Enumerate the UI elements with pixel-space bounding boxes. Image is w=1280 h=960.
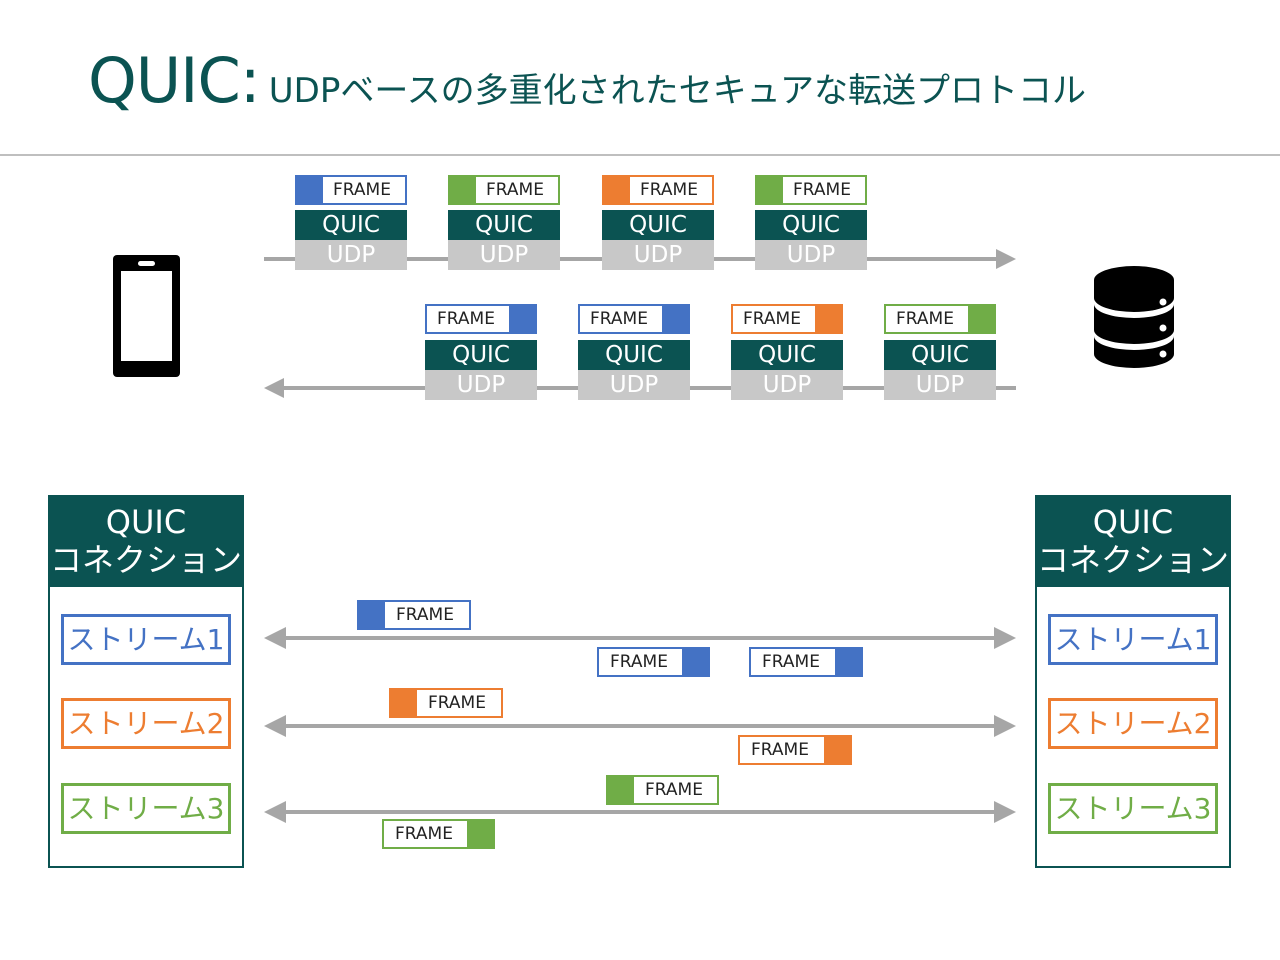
frame-label: FRAME bbox=[395, 824, 453, 844]
stream-color-swatch bbox=[662, 304, 690, 334]
connection-header: QUIC コネクション bbox=[1035, 495, 1231, 587]
udp-header: UDP bbox=[731, 370, 843, 400]
stream-2-box: ストリーム2 bbox=[61, 698, 231, 749]
stream-color-swatch bbox=[682, 647, 710, 677]
stream-color-swatch bbox=[815, 304, 843, 334]
stream-1-box: ストリーム1 bbox=[1048, 614, 1218, 665]
stream-2-box: ストリーム2 bbox=[1048, 698, 1218, 749]
frame-tag: FRAME bbox=[578, 304, 690, 334]
quic-header: QUIC bbox=[578, 340, 690, 370]
stream-color-swatch bbox=[835, 647, 863, 677]
smartphone-icon bbox=[113, 255, 180, 377]
frame-label: FRAME bbox=[486, 180, 544, 200]
frame-tag: FRAME bbox=[884, 304, 996, 334]
frame-label: FRAME bbox=[762, 652, 820, 672]
frame-tag: FRAME bbox=[357, 600, 471, 630]
frame-label: FRAME bbox=[610, 652, 668, 672]
arrow-stream-2 bbox=[264, 715, 1016, 737]
frame-label: FRAME bbox=[645, 780, 703, 800]
quic-header: QUIC bbox=[602, 210, 714, 240]
quic-header: QUIC bbox=[448, 210, 560, 240]
frame-tag: FRAME bbox=[425, 304, 537, 334]
frame-tag: FRAME bbox=[389, 688, 503, 718]
stream-color-swatch bbox=[509, 304, 537, 334]
udp-header: UDP bbox=[755, 240, 867, 270]
frame-label: FRAME bbox=[333, 180, 391, 200]
frame-label: FRAME bbox=[743, 309, 801, 329]
frame-label: FRAME bbox=[428, 693, 486, 713]
frame-tag: FRAME bbox=[382, 819, 495, 849]
stream-color-swatch bbox=[755, 175, 783, 205]
frame-label: FRAME bbox=[640, 180, 698, 200]
frame-tag: FRAME bbox=[738, 735, 852, 765]
quic-header: QUIC bbox=[731, 340, 843, 370]
stream-color-swatch bbox=[467, 819, 495, 849]
udp-header: UDP bbox=[425, 370, 537, 400]
stream-color-swatch bbox=[448, 175, 476, 205]
udp-header: UDP bbox=[578, 370, 690, 400]
connection-header-line2: コネクション bbox=[1036, 541, 1229, 579]
connection-header-line2: コネクション bbox=[49, 541, 242, 579]
frame-tag: FRAME bbox=[749, 647, 863, 677]
connection-header-line1: QUIC bbox=[1092, 503, 1174, 541]
quic-header: QUIC bbox=[295, 210, 407, 240]
stream-3-box: ストリーム3 bbox=[61, 783, 231, 834]
frame-tag: FRAME bbox=[597, 647, 710, 677]
udp-header: UDP bbox=[884, 370, 996, 400]
frame-tag: FRAME bbox=[602, 175, 714, 205]
quic-connection-client: QUIC コネクション ストリーム1 ストリーム2 ストリーム3 bbox=[48, 495, 244, 868]
stream-color-swatch bbox=[606, 775, 634, 805]
stream-color-swatch bbox=[602, 175, 630, 205]
quic-header: QUIC bbox=[425, 340, 537, 370]
frame-label: FRAME bbox=[396, 605, 454, 625]
frame-tag: FRAME bbox=[606, 775, 719, 805]
stream-color-swatch bbox=[968, 304, 996, 334]
stream-color-swatch bbox=[824, 735, 852, 765]
udp-header: UDP bbox=[602, 240, 714, 270]
frame-tag: FRAME bbox=[295, 175, 407, 205]
frame-label: FRAME bbox=[437, 309, 495, 329]
frame-tag: FRAME bbox=[448, 175, 560, 205]
frame-label: FRAME bbox=[793, 180, 851, 200]
connection-header: QUIC コネクション bbox=[48, 495, 244, 587]
connection-header-line1: QUIC bbox=[105, 503, 187, 541]
stream-1-box: ストリーム1 bbox=[61, 614, 231, 665]
frame-label: FRAME bbox=[896, 309, 954, 329]
quic-connection-server: QUIC コネクション ストリーム1 ストリーム2 ストリーム3 bbox=[1035, 495, 1231, 868]
stream-color-swatch bbox=[389, 688, 417, 718]
frame-label: FRAME bbox=[590, 309, 648, 329]
frame-tag: FRAME bbox=[731, 304, 843, 334]
frame-label: FRAME bbox=[751, 740, 809, 760]
stream-3-box: ストリーム3 bbox=[1048, 783, 1218, 834]
udp-header: UDP bbox=[295, 240, 407, 270]
frame-tag: FRAME bbox=[755, 175, 867, 205]
quic-header: QUIC bbox=[755, 210, 867, 240]
quic-header: QUIC bbox=[884, 340, 996, 370]
database-server-icon bbox=[1094, 266, 1174, 368]
arrow-stream-1 bbox=[264, 627, 1016, 649]
udp-header: UDP bbox=[448, 240, 560, 270]
stream-color-swatch bbox=[295, 175, 323, 205]
stream-color-swatch bbox=[357, 600, 385, 630]
